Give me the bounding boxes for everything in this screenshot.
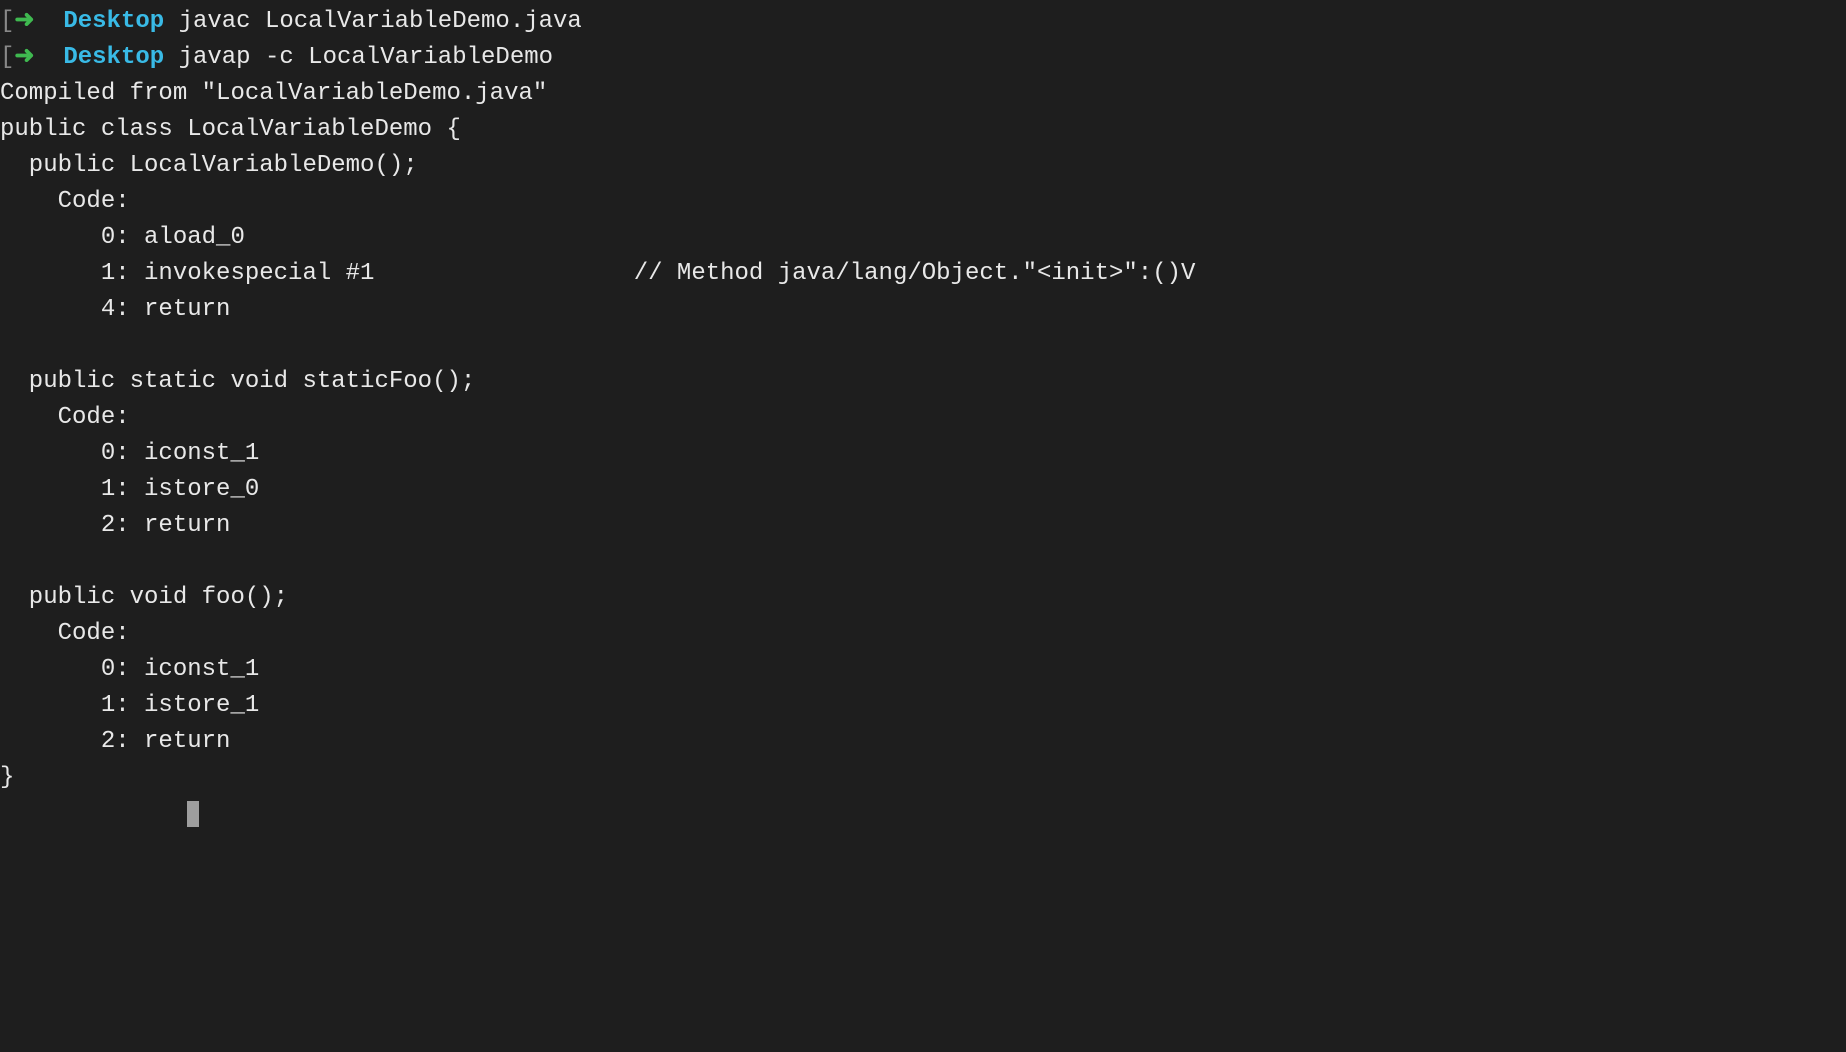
prompt-space (35, 44, 64, 71)
terminal-output-line: public class LocalVariableDemo { (0, 116, 461, 143)
terminal-output-line: 1: istore_1 (0, 692, 259, 719)
terminal-output-line: Code: (0, 404, 130, 431)
terminal-command-line[interactable]: javap -c LocalVariableDemo (179, 44, 553, 71)
terminal-output-line: 0: iconst_1 (0, 656, 259, 683)
prompt-arrow: ➜ (14, 8, 34, 35)
prompt-bracket: [ (0, 44, 14, 71)
terminal-output-line: } (0, 764, 14, 791)
terminal-cursor (187, 801, 199, 827)
terminal-command-line[interactable]: javac LocalVariableDemo.java (179, 8, 582, 35)
prompt-space (164, 44, 178, 71)
prompt-directory: Desktop (63, 8, 164, 35)
prompt-arrow: ➜ (14, 44, 34, 71)
terminal-output-line: public void foo(); (0, 584, 288, 611)
terminal-output-line: 2: return (0, 512, 230, 539)
terminal-output-line: public static void staticFoo(); (0, 368, 475, 395)
terminal-output-line: Compiled from "LocalVariableDemo.java" (0, 80, 547, 107)
terminal-output-line: 0: iconst_1 (0, 440, 259, 467)
prompt-bracket: [ (0, 8, 14, 35)
prompt-directory: Desktop (63, 44, 164, 71)
prompt-space (164, 8, 178, 35)
terminal-output-line: public LocalVariableDemo(); (0, 152, 418, 179)
terminal-output-line: 1: invokespecial #1 // Method java/lang/… (0, 260, 1195, 287)
terminal-output-line (0, 800, 187, 827)
terminal-output-line: 0: aload_0 (0, 224, 245, 251)
terminal-output-line: 1: istore_0 (0, 476, 259, 503)
terminal-output-line: 4: return (0, 296, 230, 323)
terminal-output-line: Code: (0, 188, 130, 215)
terminal-output-line: Code: (0, 620, 130, 647)
prompt-space (35, 8, 64, 35)
terminal-output-line: 2: return (0, 728, 230, 755)
